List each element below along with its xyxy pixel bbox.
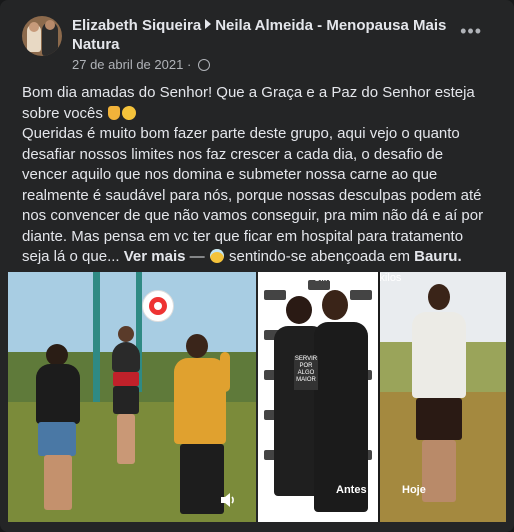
photo-caption: eliminado 10 kilos (314, 272, 402, 284)
video-thumbnail[interactable] (8, 272, 256, 522)
blessed-face-icon (209, 249, 224, 263)
volume-icon[interactable] (218, 490, 238, 510)
post-meta: 27 de abril de 2021 · (72, 57, 210, 72)
backdrop-wall: SERVIR POR ALGO MAIOR Antes (258, 272, 378, 522)
see-more-link[interactable]: Ver mais (124, 248, 186, 265)
after-label: Hoje (402, 484, 426, 496)
target-icon (142, 290, 174, 322)
arrow-right-icon (205, 19, 212, 29)
post-card: Elizabeth Siqueira Neila Almeida - Menopa… (0, 0, 514, 532)
praying-hands-icon (108, 105, 121, 120)
globe-icon (197, 59, 210, 71)
author-name[interactable]: Elizabeth Siqueira (72, 17, 201, 34)
before-after-photo[interactable]: SERVIR POR ALGO MAIOR Antes Hoje elimina… (258, 272, 506, 522)
location-link[interactable]: Bauru. (414, 248, 462, 265)
feeling-text: sentindo-se abençoada em (228, 248, 410, 265)
more-options-icon[interactable]: ••• (460, 22, 482, 40)
post-text: Bom dia amadas do Senhor! Que a Graça e … (22, 83, 492, 268)
star-eyes-icon (122, 105, 137, 120)
photo-grid: SERVIR POR ALGO MAIOR Antes Hoje elimina… (0, 272, 514, 532)
post-greeting: Bom dia amadas do Senhor! Que a Graça e … (22, 84, 475, 122)
post-header: Elizabeth Siqueira Neila Almeida - Menopa… (72, 16, 452, 54)
trophy-sign: SERVIR POR ALGO MAIOR (294, 356, 318, 390)
post-date[interactable]: 27 de abril de 2021 (72, 57, 183, 72)
post-body: Queridas é muito bom fazer parte deste g… (22, 125, 484, 265)
before-label: Antes (336, 484, 367, 496)
author-avatar[interactable] (22, 16, 62, 56)
meta-separator: · (186, 57, 192, 72)
